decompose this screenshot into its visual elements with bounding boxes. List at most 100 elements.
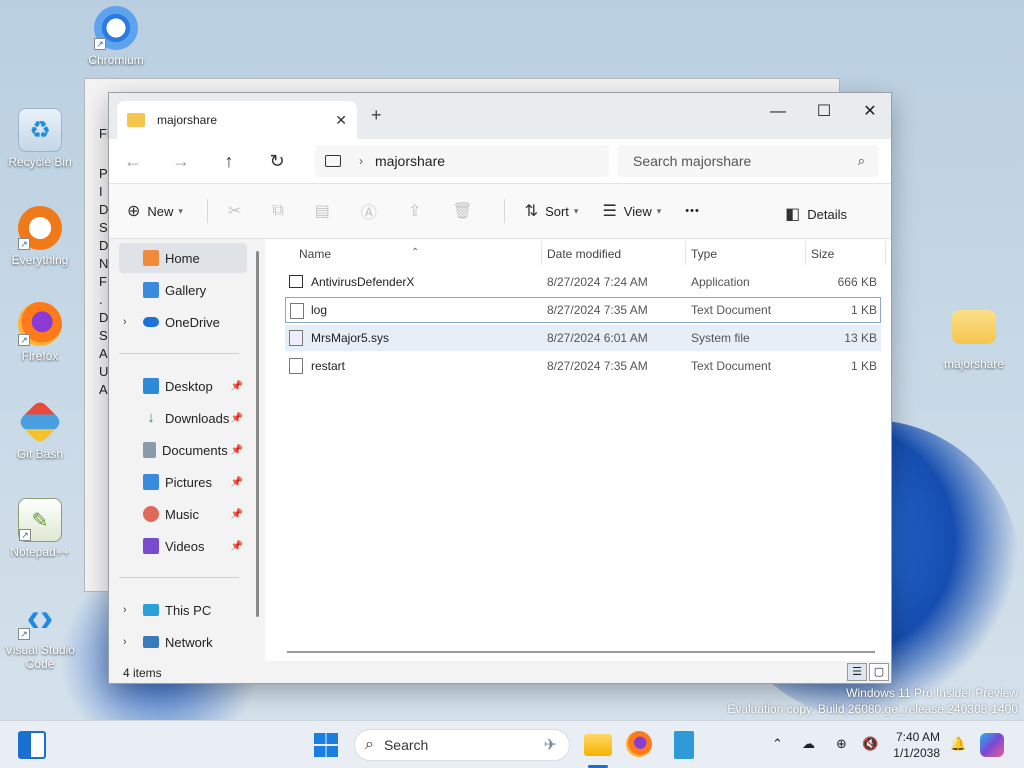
nav-item-this-pc[interactable]: › This PC: [119, 595, 247, 625]
back-button[interactable]: ←: [109, 151, 157, 172]
column-divider[interactable]: [885, 241, 886, 265]
computer-icon: [143, 604, 159, 616]
up-button[interactable]: ↑: [205, 151, 253, 172]
cut-button[interactable]: ✂: [228, 201, 248, 221]
copy-button[interactable]: ⧉: [272, 202, 290, 220]
forward-button[interactable]: →: [157, 151, 205, 172]
nav-item-downloads[interactable]: ↓ Downloads 📌: [119, 403, 247, 433]
nav-item-music[interactable]: Music 📌: [119, 499, 247, 529]
nav-item-documents[interactable]: Documents 📌: [119, 435, 247, 465]
desktop-icon-everything[interactable]: ↗ Everything: [0, 206, 80, 267]
nav-item-desktop[interactable]: Desktop 📌: [119, 371, 247, 401]
nav-item-home[interactable]: Home: [119, 243, 247, 273]
taskbar-search[interactable]: ⌕ Search ✈: [354, 729, 570, 761]
file-size: 13 KB: [844, 331, 877, 345]
search-input[interactable]: Search majorshare ⌕: [617, 145, 879, 177]
desktop-icon-majorshare[interactable]: majorshare: [934, 304, 1014, 371]
widgets-icon[interactable]: [18, 731, 46, 759]
taskbar-search-label: Search: [383, 737, 429, 753]
new-tab-button[interactable]: +: [371, 105, 382, 126]
nav-scrollbar[interactable]: [256, 251, 259, 617]
firefox-taskbar-icon[interactable]: [626, 731, 652, 757]
desktop-icon-git-bash[interactable]: Git Bash: [0, 399, 80, 461]
column-name[interactable]: Name: [299, 247, 331, 261]
horizontal-scrollbar[interactable]: [287, 651, 875, 653]
address-field[interactable]: › majorshare: [315, 145, 609, 177]
file-date: 8/27/2024 7:24 AM: [547, 275, 648, 289]
globe-icon[interactable]: ⊕: [836, 736, 847, 752]
view-icon: ☰: [602, 203, 617, 220]
details-view-button[interactable]: ☰: [847, 663, 867, 681]
new-button[interactable]: ⊕ New ▾: [127, 201, 183, 221]
chevron-right-icon[interactable]: ›: [123, 636, 127, 648]
table-row[interactable]: AntivirusDefenderX 8/27/2024 7:24 AM App…: [285, 269, 881, 295]
breadcrumb-current[interactable]: majorshare: [375, 153, 445, 169]
chevron-right-icon[interactable]: ›: [123, 316, 127, 328]
title-bar[interactable]: majorshare ✕ + — ☐ ✕: [109, 93, 891, 139]
file-explorer-taskbar-icon[interactable]: [584, 734, 612, 756]
share-button[interactable]: ⇪: [408, 201, 428, 221]
view-button[interactable]: ☰ View ▾: [602, 201, 661, 221]
file-list[interactable]: ⌃ Name Date modified Type Size Antivirus…: [265, 239, 891, 661]
nav-divider: [119, 353, 239, 354]
sort-button[interactable]: ⇅ Sort ▾: [525, 201, 579, 221]
more-options-button[interactable]: •••: [685, 205, 700, 217]
chevron-down-icon: ▾: [656, 205, 662, 216]
desktop-icon-chromium[interactable]: ↗ Chromium: [76, 6, 156, 67]
navigation-pane[interactable]: Home Gallery › OneDrive Desktop 📌 ↓ Down…: [109, 239, 259, 661]
nav-item-network[interactable]: › Network: [119, 627, 247, 657]
chevron-right-icon[interactable]: ›: [123, 604, 127, 616]
sort-caret-icon: ⌃: [411, 247, 420, 258]
clock[interactable]: 7:40 AM 1/1/2038: [888, 729, 940, 761]
tab-close-button[interactable]: ✕: [335, 112, 347, 129]
close-button[interactable]: ✕: [847, 97, 893, 127]
column-divider[interactable]: [541, 241, 542, 265]
folder-icon: [952, 310, 996, 344]
column-date[interactable]: Date modified: [547, 247, 621, 261]
cloud-offline-icon[interactable]: ☁: [802, 736, 815, 752]
desktop-icon-firefox[interactable]: ↗ Firefox: [0, 302, 80, 363]
nav-item-onedrive[interactable]: › OneDrive: [119, 307, 247, 337]
nav-item-gallery[interactable]: Gallery: [119, 275, 247, 305]
desktop-icon-vscode[interactable]: ‹› ↗ Visual Studio Code: [0, 596, 80, 671]
file-type: Application: [691, 275, 750, 289]
details-pane-button[interactable]: ◧ Details: [785, 204, 847, 224]
table-row[interactable]: MrsMajor5.sys 8/27/2024 6:01 AM System f…: [285, 325, 881, 351]
text-file-icon: [289, 358, 303, 374]
nav-item-pictures[interactable]: Pictures 📌: [119, 467, 247, 497]
application-icon: [289, 275, 303, 288]
system-file-icon: [289, 330, 303, 346]
paste-button[interactable]: ▤: [315, 201, 337, 221]
copilot-icon[interactable]: [980, 733, 1004, 757]
nav-label: Music: [165, 506, 199, 522]
notification-bell-icon[interactable]: 🔔: [950, 736, 966, 752]
scissors-icon: ✂: [227, 203, 242, 220]
desktop-icon-notepadpp[interactable]: ✎ ↗ Notepad++: [0, 498, 80, 559]
chevron-up-icon[interactable]: ⌃: [772, 736, 783, 752]
table-row[interactable]: log 8/27/2024 7:35 AM Text Document 1 KB: [285, 297, 881, 323]
delete-button[interactable]: 🗑: [452, 201, 479, 221]
tab-majorshare[interactable]: majorshare ✕: [117, 101, 357, 139]
nav-label: OneDrive: [165, 314, 220, 330]
desktop-icon-recycle-bin[interactable]: ♻ Recycle Bin: [0, 108, 80, 169]
search-placeholder: Search majorshare: [633, 153, 752, 169]
nav-label: Home: [165, 250, 200, 266]
notepad-taskbar-icon[interactable]: [674, 731, 694, 759]
nav-item-videos[interactable]: Videos 📌: [119, 531, 247, 561]
column-divider[interactable]: [805, 241, 806, 265]
volume-muted-icon[interactable]: 🔇: [862, 736, 878, 752]
copy-icon: ⧉: [272, 202, 284, 219]
desktop-icon-label: Notepad++: [10, 545, 70, 559]
nav-label: Documents: [162, 442, 228, 458]
maximize-button[interactable]: ☐: [801, 97, 847, 127]
column-size[interactable]: Size: [811, 247, 834, 261]
start-icon[interactable]: [314, 733, 338, 757]
tiles-view-button[interactable]: ▢: [869, 663, 889, 681]
column-divider[interactable]: [685, 241, 686, 265]
table-row[interactable]: restart 8/27/2024 7:35 AM Text Document …: [285, 353, 881, 379]
file-explorer-window[interactable]: majorshare ✕ + — ☐ ✕ ← → ↑ ↻ › majorshar…: [108, 92, 892, 684]
refresh-button[interactable]: ↻: [253, 151, 301, 172]
rename-button[interactable]: Ⓐ: [361, 199, 384, 223]
column-type[interactable]: Type: [691, 247, 717, 261]
minimize-button[interactable]: —: [755, 97, 801, 127]
